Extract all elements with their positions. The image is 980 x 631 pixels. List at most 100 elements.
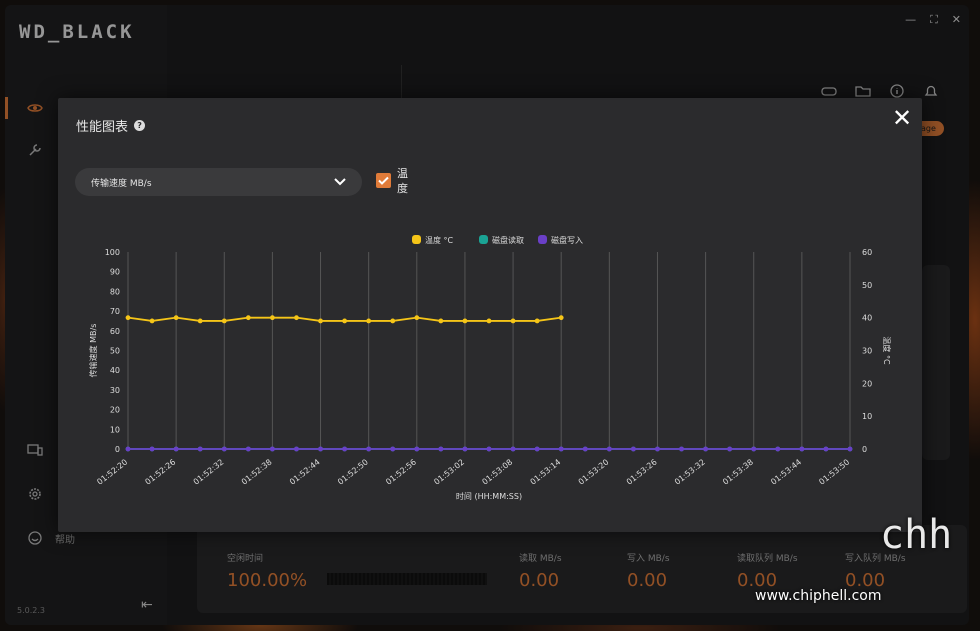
data-point — [390, 318, 396, 324]
y-tick-label: 70 — [110, 307, 120, 316]
data-point — [366, 446, 372, 452]
data-point — [221, 446, 227, 452]
data-point — [799, 446, 805, 452]
metric-select[interactable]: 传输速度 MB/s — [75, 168, 362, 196]
y2-tick-label: 10 — [862, 412, 872, 421]
data-point — [414, 446, 420, 452]
y2-tick-label: 0 — [862, 445, 867, 454]
data-point — [847, 446, 853, 452]
legend-label: 温度 °C — [425, 235, 454, 245]
x-tick-label: 01:52:50 — [336, 457, 370, 486]
data-point — [727, 446, 733, 452]
checkmark-icon — [378, 176, 389, 185]
y-tick-label: 50 — [110, 347, 120, 356]
temperature-checkbox-label: 温度 — [397, 167, 408, 195]
data-point — [342, 318, 347, 324]
data-point — [486, 318, 492, 324]
data-point — [173, 315, 179, 321]
data-point — [318, 446, 323, 452]
data-point — [606, 446, 612, 452]
y2-tick-label: 40 — [862, 314, 872, 323]
x-tick-label: 01:53:08 — [480, 457, 514, 486]
data-point — [558, 315, 564, 321]
x-tick-label: 01:52:44 — [288, 457, 322, 486]
performance-chart: 01:52:20 01:52:26 01:52:32 01:52:38 01:52:44… — [88, 235, 892, 501]
data-point — [775, 446, 781, 452]
x-tick-label: 01:52:38 — [240, 457, 274, 486]
data-point — [631, 446, 636, 452]
legend-swatch — [412, 235, 421, 244]
data-point — [462, 446, 468, 452]
data-point — [438, 318, 444, 324]
data-point — [125, 315, 131, 321]
y2-tick-label: 20 — [862, 379, 872, 388]
y-tick-label: 40 — [110, 366, 120, 375]
x-tick-label: 01:53:32 — [673, 457, 707, 486]
x-tick-label: 01:53:26 — [625, 457, 659, 486]
data-point — [125, 446, 131, 452]
chiphell-logo: chh — [880, 512, 953, 558]
close-dialog-button[interactable]: ✕ — [892, 106, 912, 130]
x-axis-label: 时间 (HH:MM:SS) — [456, 491, 522, 501]
dialog-title-text: 性能图表 — [76, 120, 129, 135]
data-point — [462, 318, 468, 324]
x-tick-label: 01:53:02 — [432, 457, 466, 486]
data-point — [173, 446, 179, 452]
legend-swatch — [538, 235, 547, 244]
chevron-down-icon — [334, 178, 346, 186]
data-point — [149, 446, 155, 452]
dialog-title: 性能图表 ? — [76, 116, 146, 135]
y-tick-label: 10 — [110, 425, 120, 434]
data-point — [679, 446, 684, 452]
y-tick-label: 90 — [110, 268, 120, 277]
data-point — [294, 315, 299, 321]
x-tick-label: 01:52:32 — [192, 457, 226, 486]
x-tick-label: 01:52:56 — [384, 457, 418, 486]
performance-chart-dialog: 性能图表 ? ✕ 传输速度 MB/s 温度 01:52:20 01:52:26 01… — [58, 98, 922, 532]
data-point — [558, 446, 564, 452]
data-point — [703, 446, 708, 452]
data-point — [197, 446, 203, 452]
x-tick-label: 01:53:50 — [817, 457, 851, 486]
temperature-checkbox[interactable] — [376, 173, 391, 188]
y-tick-label: 100 — [105, 248, 120, 257]
legend-swatch — [479, 235, 488, 244]
help-icon[interactable]: ? — [134, 120, 146, 131]
data-point — [366, 318, 372, 324]
data-point — [318, 318, 323, 324]
x-tick-label: 01:52:20 — [95, 457, 129, 486]
data-point — [342, 446, 347, 452]
x-tick-label: 01:52:26 — [144, 457, 178, 486]
y-tick-label: 20 — [110, 406, 120, 415]
y2-axis-label: 温度 °C — [882, 336, 892, 365]
x-tick-label: 01:53:44 — [769, 457, 803, 486]
data-point — [510, 446, 516, 452]
data-point — [534, 318, 540, 324]
y-axis-label: 传输速度 MB/s — [88, 324, 98, 378]
y-tick-label: 60 — [110, 327, 120, 336]
x-tick-label: 01:53:38 — [721, 457, 755, 486]
y2-tick-label: 50 — [862, 281, 872, 290]
data-point — [751, 446, 757, 452]
data-point — [486, 446, 492, 452]
data-point — [510, 318, 516, 324]
y-tick-label: 30 — [110, 386, 120, 395]
data-point — [414, 315, 420, 321]
data-point — [221, 318, 227, 324]
x-tick-label: 01:53:14 — [529, 457, 563, 486]
data-point — [197, 318, 203, 324]
y-tick-label: 0 — [115, 445, 120, 454]
data-point — [655, 446, 660, 452]
data-point — [294, 446, 299, 452]
data-point — [149, 318, 155, 324]
legend-label: 磁盘写入 — [551, 235, 583, 245]
data-point — [245, 315, 251, 321]
temperature-toggle[interactable]: 温度 — [376, 166, 411, 196]
metric-select-value: 传输速度 MB/s — [91, 178, 152, 189]
legend-label: 磁盘读取 — [492, 235, 524, 245]
y2-tick-label: 30 — [862, 347, 872, 356]
data-point — [270, 446, 275, 452]
data-point — [582, 446, 588, 452]
data-point — [823, 446, 829, 452]
y2-tick-label: 60 — [862, 248, 872, 257]
